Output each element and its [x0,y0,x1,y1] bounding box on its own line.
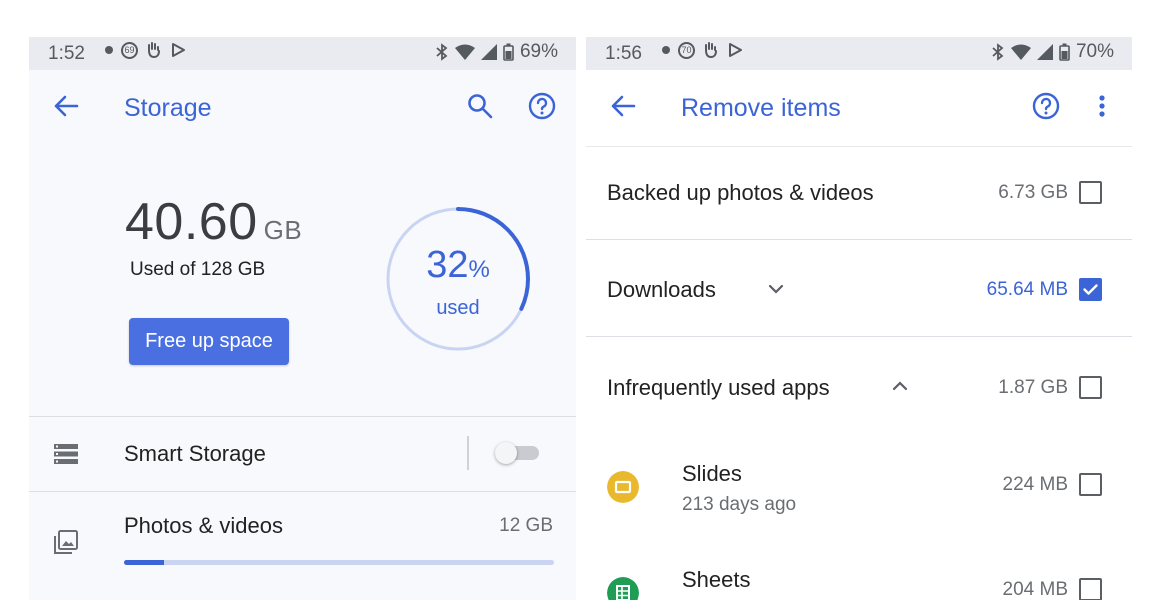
smart-storage-label: Smart Storage [124,441,266,466]
app-last-used: 213 days ago [682,494,797,515]
app-bar: Remove items [586,70,1132,147]
photos-videos-progress [124,560,554,565]
notification-dot-icon [662,46,670,54]
sheets-app-icon [607,577,639,600]
status-bar: 1:52 69 69% [29,37,576,70]
used-storage-value: 40.60 [125,193,258,251]
app-size: 204 MB [1002,579,1068,600]
divider [29,491,576,492]
page-title: Storage [124,94,212,122]
usage-percent: 32% [384,244,532,287]
sheets-checkbox[interactable] [1079,578,1102,600]
back-button[interactable] [50,90,82,122]
status-time: 1:56 [605,43,642,64]
app-size: 224 MB [1002,474,1068,495]
smart-storage-toggle[interactable] [495,442,541,464]
photos-videos-label: Photos & videos [124,513,283,538]
progress-fill [124,560,165,565]
infrequent-apps-checkbox[interactable] [1079,376,1102,399]
divider [586,239,1132,240]
battery-icon [503,43,514,61]
photos-videos-size: 12 GB [499,515,553,536]
remove-items-screen: 1:56 70 70% Remove items Backed up photo… [586,37,1132,600]
more-options-button[interactable] [1086,90,1118,122]
item-size: 6.73 GB [998,182,1068,203]
help-icon [528,92,556,120]
app-name: Sheets [682,567,751,592]
bluetooth-icon [436,43,448,61]
free-up-space-button[interactable]: Free up space [129,318,289,365]
item-label: Backed up photos & videos [607,180,874,205]
used-of-total: Used of 128 GB [130,259,266,280]
play-store-icon [172,43,185,57]
usage-percent-value: 32 [426,244,469,286]
divider [586,336,1132,337]
notification-dot-icon [105,46,113,54]
more-vert-icon [1099,95,1105,117]
divider [29,416,576,417]
page-title: Remove items [681,94,841,122]
chevron-up-icon[interactable] [890,376,910,396]
usage-label: used [436,297,480,319]
used-storage-unit: GB [263,215,303,245]
item-size: 1.87 GB [998,377,1068,398]
app-name: Slides [682,461,742,486]
toggle-thumb [495,442,517,464]
help-button[interactable] [526,90,558,122]
toggle-separator [467,436,469,470]
item-label: Downloads [607,277,716,302]
back-button[interactable] [607,90,639,122]
photo-library-icon [54,530,78,554]
slides-app-icon [607,471,639,503]
help-icon [1032,92,1060,120]
notification-count-icon: 69 [121,41,138,59]
slides-checkbox[interactable] [1079,473,1102,496]
app-bar: Storage [29,70,576,146]
help-button[interactable] [1030,90,1062,122]
storage-screen: 1:52 69 69% Storage 40.60 GB Used of 128 … [29,37,576,600]
wifi-icon [454,44,475,60]
battery-percent: 69% [519,41,558,62]
wifi-icon [1010,44,1031,60]
notification-count-icon: 70 [678,41,695,59]
cell-signal-icon [1036,44,1053,60]
search-button[interactable] [464,90,496,122]
arrow-back-icon [54,95,79,117]
hand-icon [148,42,160,59]
downloads-checkbox[interactable] [1079,278,1102,301]
search-icon [468,94,493,119]
battery-icon [1059,43,1070,61]
bluetooth-icon [992,43,1004,61]
usage-percent-sign: % [468,256,490,283]
play-store-icon [729,43,742,57]
storage-list-icon [54,444,78,464]
status-time: 1:52 [48,43,85,64]
battery-percent: 70% [1075,41,1114,62]
item-size: 65.64 MB [986,279,1068,300]
cell-signal-icon [480,44,497,60]
arrow-back-icon [611,95,636,117]
item-label: Infrequently used apps [607,375,830,400]
check-icon [1083,284,1098,295]
backed-up-photos-checkbox[interactable] [1079,181,1102,204]
chevron-down-icon[interactable] [766,279,786,299]
hand-icon [705,42,717,59]
status-bar: 1:56 70 70% [586,37,1132,70]
used-storage-amount: 40.60 GB [125,192,302,252]
